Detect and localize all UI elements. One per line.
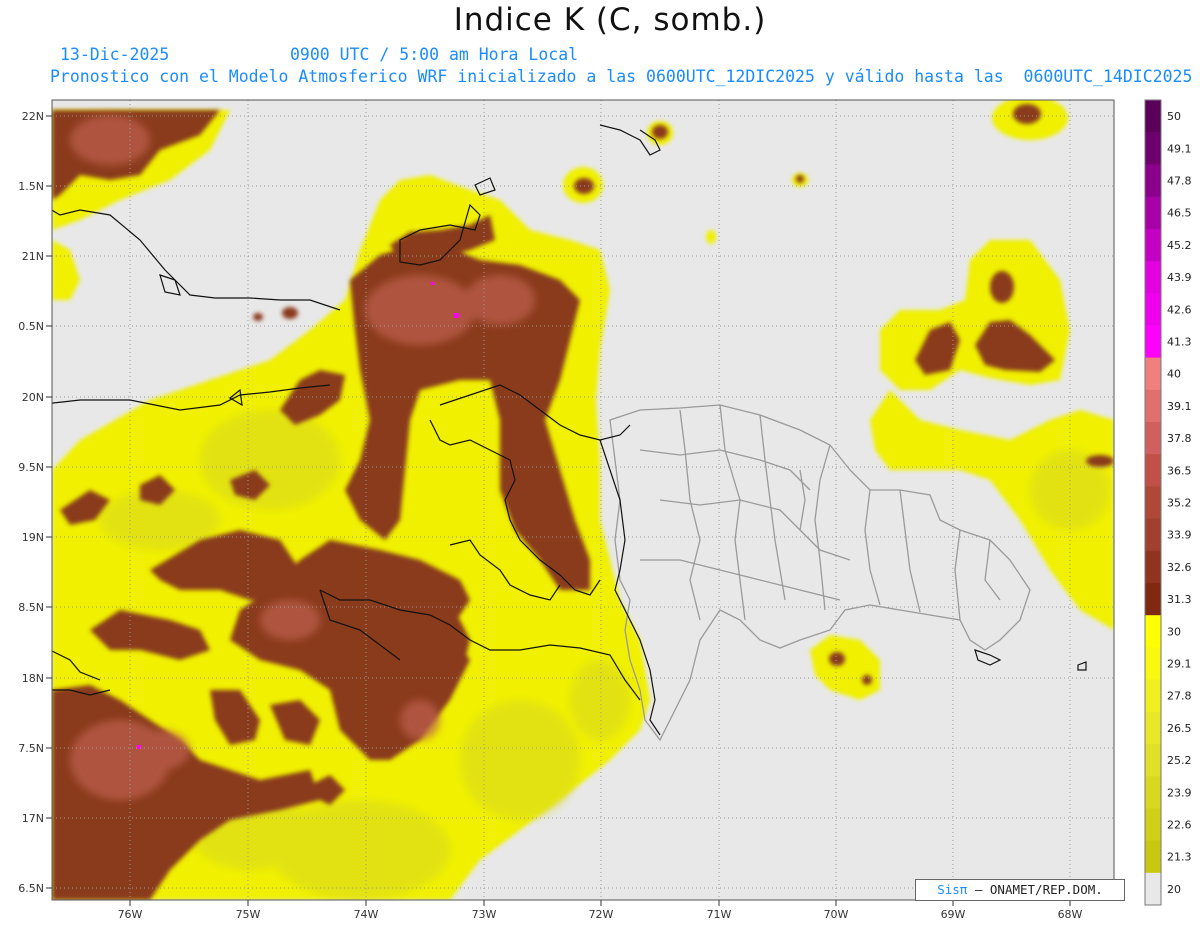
colorbar-swatch [1145,261,1161,294]
colorbar-swatch [1145,518,1161,552]
lon-label: 76W [118,908,143,921]
colorbar-swatch [1145,550,1161,584]
colorbar-label: 23.9 [1167,786,1192,799]
colorbar-label: 33.9 [1167,529,1192,542]
k-index-map: 22N 1.5N 21N 0.5N 20N 9.5N 19N 8.5N 18N … [18,99,1192,921]
sispi-logo: Sisπ [937,882,968,897]
colorbar: 50 49.1 47.8 46.5 45.2 43.9 42.6 41.3 40 39.1 37.8… [1144,99,1192,906]
colorbar-label: 22.6 [1167,819,1192,832]
credit-badge: Sisπ – ONAMET/REP.DOM. [915,879,1125,901]
lat-label: 6.5N [18,882,44,895]
colorbar-swatch [1145,228,1161,262]
colorbar-label: 37.8 [1167,432,1192,445]
colorbar-swatch [1145,583,1161,616]
lon-label: 68W [1058,908,1083,921]
credit-dash: – [967,882,990,897]
credit-text: ONAMET/REP.DOM. [989,882,1103,897]
colorbar-swatch [1145,293,1161,326]
colorbar-label: 32.6 [1167,561,1192,574]
colorbar-swatch [1145,357,1161,391]
colorbar-label: 46.5 [1167,207,1192,220]
colorbar-swatch [1145,808,1161,842]
colorbar-swatch [1145,132,1161,165]
lat-label: 22N [22,110,44,123]
colorbar-label: 29.1 [1167,658,1192,671]
colorbar-label: 30 [1167,625,1181,638]
colorbar-swatch [1145,422,1161,455]
colorbar-swatch [1145,615,1161,648]
lat-label: 7.5N [18,742,44,755]
colorbar-swatch [1145,196,1161,230]
colorbar-label: 45.2 [1167,239,1192,252]
lon-label: 73W [472,908,497,921]
colorbar-swatch [1145,164,1161,198]
colorbar-swatch [1145,679,1161,713]
colorbar-label: 40 [1167,368,1181,381]
lat-label: 1.5N [18,180,44,193]
colorbar-swatch [1145,100,1161,133]
colorbar-label: 47.8 [1167,175,1192,188]
colorbar-label: 50 [1167,110,1181,123]
colorbar-swatch [1145,486,1161,520]
colorbar-swatch [1145,776,1161,809]
lon-label: 70W [824,908,849,921]
lat-label: 0.5N [18,320,44,333]
colorbar-label: 25.2 [1167,754,1192,767]
colorbar-label: 43.9 [1167,271,1192,284]
lat-label: 18N [22,672,44,685]
colorbar-label: 39.1 [1167,400,1192,413]
colorbar-swatch [1145,389,1161,423]
lon-label: 71W [707,908,732,921]
colorbar-swatch [1145,872,1161,906]
colorbar-label: 49.1 [1167,142,1192,155]
colorbar-swatch [1145,744,1161,777]
lon-label: 72W [589,908,614,921]
lat-label: 17N [22,812,44,825]
colorbar-label: 27.8 [1167,690,1192,703]
lat-label: 21N [22,250,44,263]
lat-label: 9.5N [18,461,44,474]
colorbar-swatch [1145,325,1161,359]
lat-label: 20N [22,391,44,404]
colorbar-swatch [1145,711,1161,745]
colorbar-label: 35.2 [1167,497,1192,510]
colorbar-label: 41.3 [1167,336,1192,349]
lat-label: 19N [22,531,44,544]
colorbar-label: 26.5 [1167,722,1192,735]
lon-label: 74W [354,908,379,921]
colorbar-label: 31.3 [1167,593,1192,606]
colorbar-label: 42.6 [1167,303,1192,316]
colorbar-label: 36.5 [1167,464,1192,477]
colorbar-swatch [1145,647,1161,681]
lon-label: 69W [941,908,966,921]
colorbar-label: 20 [1167,883,1181,896]
colorbar-swatch [1145,454,1161,487]
lat-label: 8.5N [18,601,44,614]
colorbar-label: 21.3 [1167,851,1192,864]
colorbar-swatch [1145,840,1161,874]
lon-label: 75W [236,908,261,921]
